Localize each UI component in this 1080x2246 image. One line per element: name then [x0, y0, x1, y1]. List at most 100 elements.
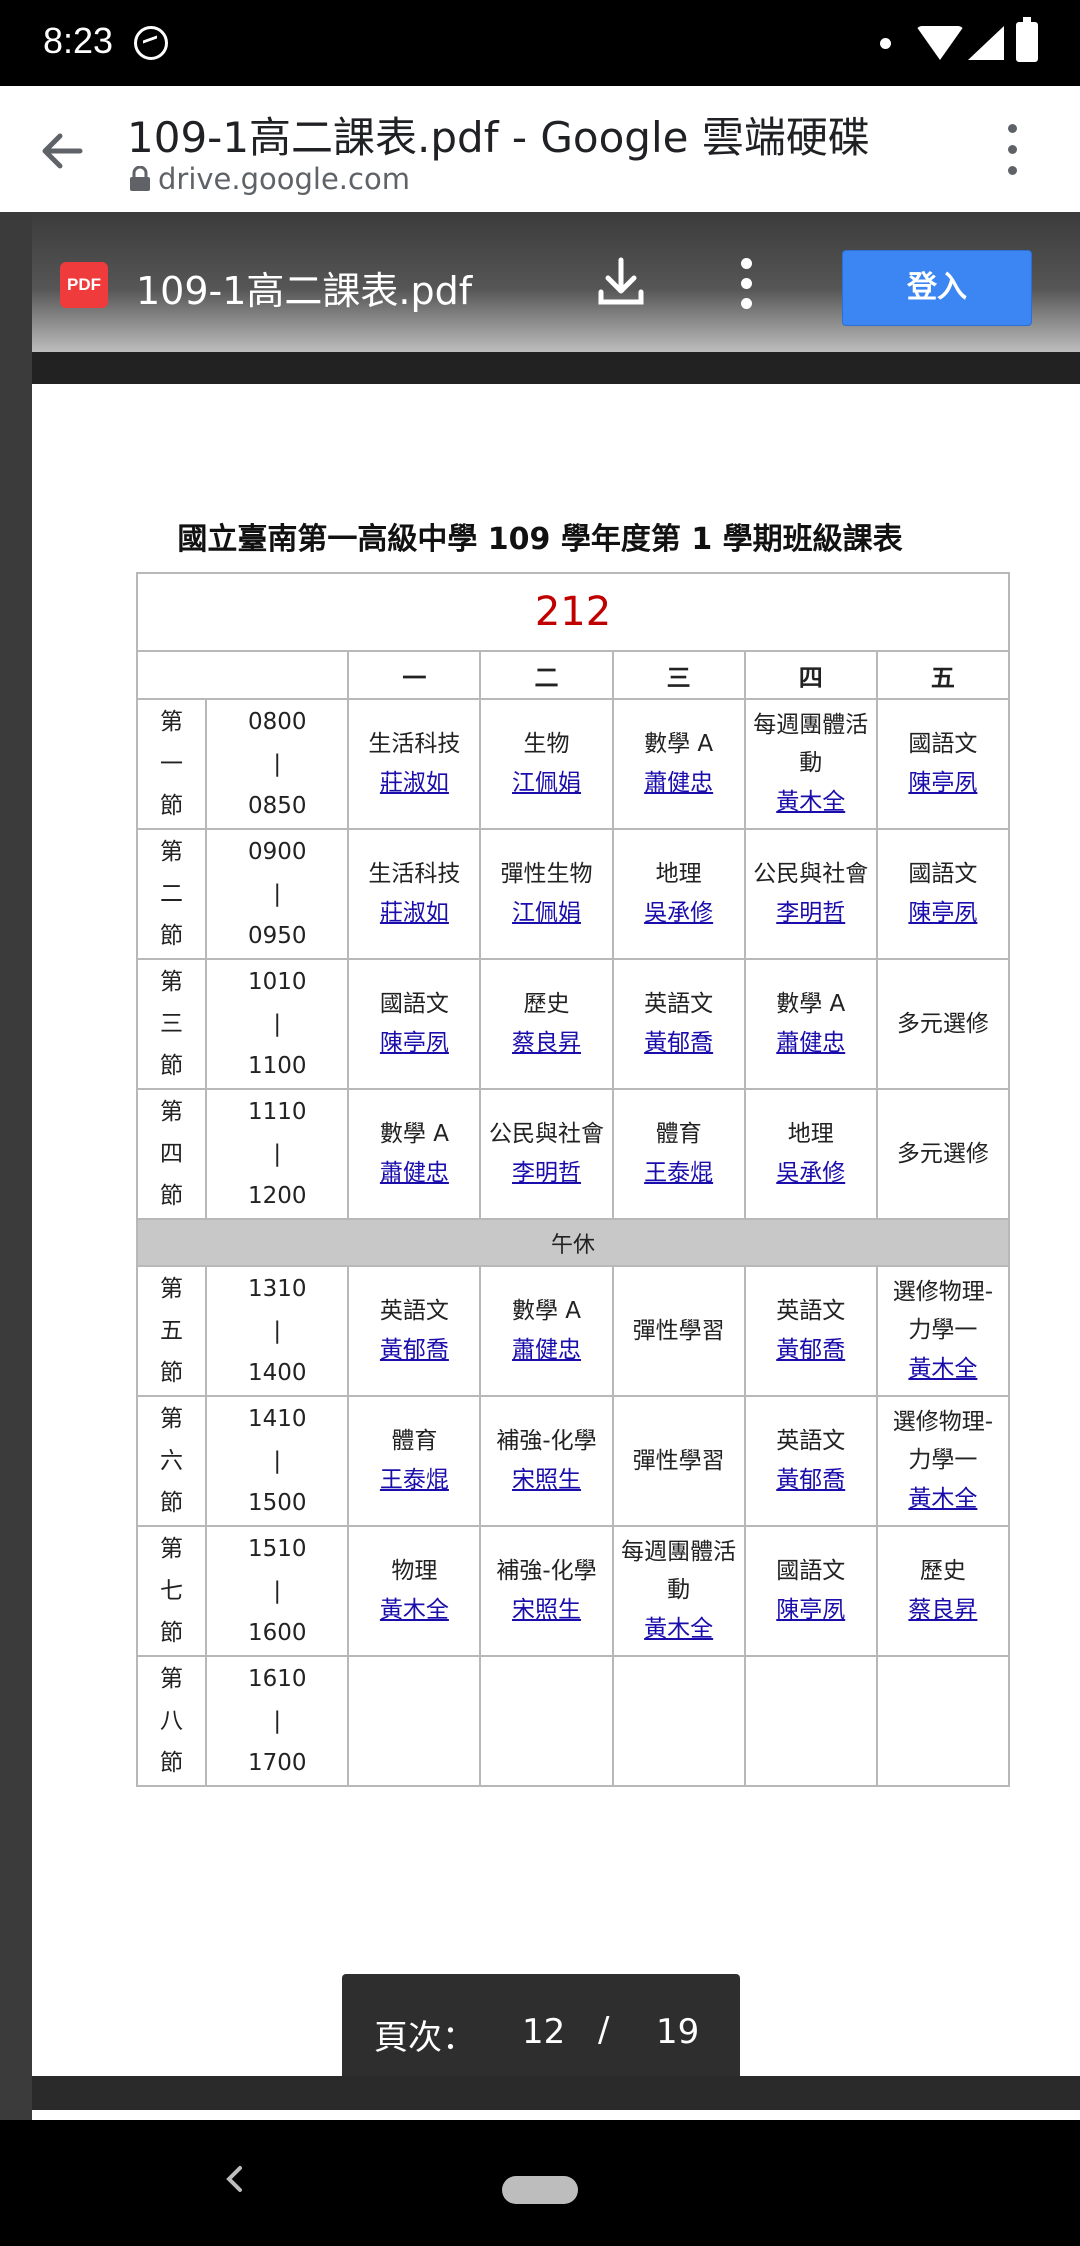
- period-time-part: 0950: [247, 923, 307, 949]
- teacher-link[interactable]: 蕭健忠: [746, 1023, 876, 1063]
- teacher-link[interactable]: 黃木全: [746, 782, 876, 822]
- teacher-link[interactable]: 陳亭夙: [349, 1023, 479, 1063]
- teacher-link[interactable]: 吳承修: [614, 893, 744, 933]
- class-cell: 國語文 陳亭夙: [743, 1525, 878, 1657]
- teacher-link[interactable]: 王泰焜: [614, 1153, 744, 1193]
- class-cell: 多元選修: [875, 958, 1011, 1090]
- period-label-char: 節: [160, 1183, 184, 1209]
- period-time: 1310 | 1400: [205, 1265, 350, 1397]
- period-time-part: 1700: [247, 1750, 307, 1776]
- teacher-link[interactable]: 黃郁喬: [349, 1330, 479, 1370]
- period-time: 1010 | 1100: [205, 958, 350, 1090]
- period-row: 第八節 1610 | 1700: [135, 1655, 1011, 1787]
- class-cell: 補強-化學宋照生: [479, 1395, 614, 1527]
- back-arrow-icon[interactable]: [36, 126, 86, 176]
- class-cell: 國語文 陳亭夙: [875, 828, 1011, 960]
- teacher-link[interactable]: 蕭健忠: [614, 763, 744, 803]
- class-cell: [875, 1655, 1011, 1787]
- teacher-link[interactable]: 李明哲: [481, 1153, 611, 1193]
- teacher-link[interactable]: 蔡良昇: [481, 1023, 611, 1063]
- teacher-link[interactable]: 黃郁喬: [614, 1023, 744, 1063]
- period-time: 0800 | 0850: [205, 698, 350, 830]
- teacher-link[interactable]: 蔡良昇: [878, 1590, 1008, 1630]
- period-label-char: 第: [160, 1536, 184, 1562]
- teacher-link[interactable]: 吳承修: [746, 1153, 876, 1193]
- teacher-link[interactable]: 宋照生: [481, 1460, 611, 1500]
- teacher-link[interactable]: 莊淑如: [349, 893, 479, 933]
- teacher-link[interactable]: 陳亭夙: [878, 893, 1008, 933]
- subject-name: 國語文: [908, 861, 978, 887]
- page-indicator: 頁次： 12 / 19: [342, 1974, 740, 2088]
- subject-name: 補強-化學: [496, 1558, 597, 1584]
- teacher-link[interactable]: 黃木全: [614, 1609, 744, 1649]
- teacher-link[interactable]: 蕭健忠: [349, 1153, 479, 1193]
- teacher-link[interactable]: 莊淑如: [349, 763, 479, 803]
- page-title: 109-1高二課表.pdf - Google 雲端硬碟: [127, 113, 870, 162]
- download-icon[interactable]: [596, 256, 646, 308]
- class-cell: 補強-化學宋照生: [479, 1525, 614, 1657]
- subject-name: 體育: [391, 1428, 438, 1454]
- period-time: 1610 | 1700: [205, 1655, 350, 1787]
- period-time-part: 1010: [247, 969, 307, 995]
- period-label-char: 第: [160, 709, 184, 735]
- class-cell: 體育 王泰焜: [611, 1088, 746, 1220]
- teacher-link[interactable]: 李明哲: [746, 893, 876, 933]
- lock-icon: [130, 166, 150, 191]
- url-domain[interactable]: drive.google.com: [158, 162, 410, 196]
- nav-back-icon[interactable]: [222, 2164, 248, 2194]
- teacher-link[interactable]: 黃木全: [878, 1349, 1008, 1389]
- class-cell: [479, 1655, 614, 1787]
- subject-name: 生物: [523, 731, 570, 757]
- teacher-link[interactable]: 宋照生: [481, 1590, 611, 1630]
- class-cell: 每週團體活動黃木全: [611, 1525, 746, 1657]
- teacher-link[interactable]: 江佩娟: [481, 893, 611, 933]
- subject-name-continued: 動: [667, 1577, 691, 1603]
- system-nav-bar: [0, 2120, 1080, 2246]
- subject-name: 數學 A: [644, 731, 714, 757]
- subject-name: 每週團體活: [621, 1539, 737, 1565]
- subject-name: 數學 A: [776, 991, 846, 1017]
- subject-name: 彈性生物: [500, 861, 593, 887]
- teacher-link[interactable]: 黃木全: [349, 1590, 479, 1630]
- subject-name: 補強-化學: [496, 1428, 597, 1454]
- status-time: 8:23: [43, 20, 114, 61]
- period-time: 1410 | 1500: [205, 1395, 350, 1527]
- page-separator: /: [598, 2010, 610, 2050]
- subject-name: 公民與社會: [489, 1121, 605, 1147]
- period-label-char: 節: [160, 1053, 184, 1079]
- teacher-link[interactable]: 陳亭夙: [746, 1590, 876, 1630]
- login-button[interactable]: 登入: [842, 250, 1032, 326]
- viewer-left-edge: [0, 212, 32, 2120]
- teacher-link[interactable]: 蕭健忠: [481, 1330, 611, 1370]
- teacher-link[interactable]: 陳亭夙: [878, 763, 1008, 803]
- teacher-link[interactable]: 黃郁喬: [746, 1460, 876, 1500]
- period-time-part: 1100: [247, 1053, 307, 1079]
- teacher-link[interactable]: 黃郁喬: [746, 1330, 876, 1370]
- subject-name: 英語文: [776, 1428, 846, 1454]
- pdf-viewer-header: PDF 109-1高二課表.pdf 登入: [32, 212, 1080, 352]
- class-cell: 公民與社會 李明哲: [743, 828, 878, 960]
- subject-name: 歷史: [919, 1558, 966, 1584]
- period-row: 第七節 1510 | 1600 物理 黃木全 補強-化學 宋照生 每週團體活動黃木全 國語文 陳亭夙…: [135, 1525, 1011, 1657]
- period-label-char: 第: [160, 839, 184, 865]
- teacher-link[interactable]: 黃木全: [878, 1479, 1008, 1519]
- overflow-menu-icon[interactable]: [1000, 124, 1024, 184]
- viewer-header-shadow: [32, 352, 1080, 384]
- subject-name: 多元選修: [896, 1011, 989, 1037]
- class-cell: 多元選修: [875, 1088, 1011, 1220]
- class-cell: 數學 A 蕭健忠: [347, 1088, 482, 1220]
- class-cell: 彈性學習: [611, 1395, 746, 1527]
- wifi-icon: [916, 26, 964, 60]
- class-cell: 彈性學習: [611, 1265, 746, 1397]
- home-pill-button[interactable]: [502, 2176, 578, 2204]
- more-options-icon[interactable]: [738, 258, 754, 310]
- period-label-char: 節: [160, 923, 184, 949]
- period-label-char: 第: [160, 969, 184, 995]
- period-time-part: |: [273, 1708, 282, 1734]
- period-label-char: 四: [160, 1141, 184, 1167]
- teacher-link[interactable]: 江佩娟: [481, 763, 611, 803]
- subject-name: 數學 A: [379, 1121, 449, 1147]
- day-header: 四: [743, 650, 878, 700]
- teacher-link[interactable]: 王泰焜: [349, 1460, 479, 1500]
- period-time-part: |: [273, 881, 282, 907]
